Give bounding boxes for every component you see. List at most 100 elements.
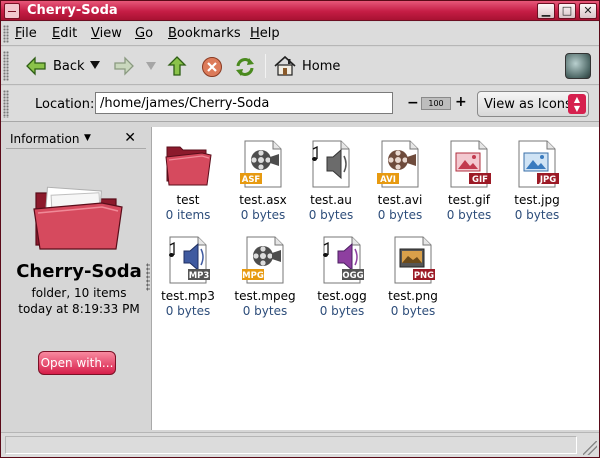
video-file-icon: AVI <box>377 140 419 188</box>
badge-text: MPG <box>242 271 264 281</box>
badge-text: JPG <box>539 175 556 185</box>
back-arrow-icon <box>26 56 46 76</box>
forward-button[interactable] <box>113 56 135 76</box>
file-item[interactable]: OGG test.ogg 0 bytes <box>306 235 378 319</box>
minimize-button[interactable]: ▁ <box>537 3 555 19</box>
maximize-button[interactable]: □ <box>558 3 576 19</box>
back-button[interactable]: Back <box>25 56 85 76</box>
file-name: test.mp3 <box>161 289 215 303</box>
file-icon-view[interactable]: test 0 items ASF test.asx 0 bytes test.a… <box>151 127 599 430</box>
open-with-button[interactable]: Open with... <box>38 351 116 375</box>
reload-button[interactable] <box>233 55 257 79</box>
home-button[interactable]: Home <box>273 55 340 77</box>
sidepane-splitter[interactable] <box>146 263 150 291</box>
triangle-down-icon <box>146 62 156 70</box>
sidepane-dropdown-icon[interactable]: ▼ <box>84 133 91 143</box>
file-item[interactable]: test.au 0 bytes <box>295 139 367 223</box>
toolbar-grip[interactable] <box>3 51 9 81</box>
menu-view[interactable]: View <box>91 26 122 41</box>
selected-folder-modified: today at 8:19:33 PM <box>18 302 140 316</box>
view-mode-label: View as Icons <box>484 97 572 112</box>
file-size: 0 bytes <box>165 304 211 318</box>
file-size: 0 bytes <box>308 208 354 222</box>
menu-bar-grip[interactable] <box>3 25 9 43</box>
activity-throbber-icon <box>565 53 591 79</box>
audio-file-icon: MP3 <box>169 236 210 284</box>
file-item[interactable]: MPG test.mpeg 0 bytes <box>229 235 301 319</box>
file-size: 0 bytes <box>240 208 286 222</box>
file-item[interactable]: MP3 test.mp3 0 bytes <box>152 235 224 319</box>
file-item[interactable]: AVI test.avi 0 bytes <box>364 139 436 223</box>
stop-button[interactable] <box>201 56 223 78</box>
menu-go[interactable]: Go <box>135 26 153 41</box>
spin-arrows-icon: ▲ ▼ <box>568 94 586 114</box>
up-arrow-icon <box>167 56 187 76</box>
location-input[interactable] <box>95 92 393 114</box>
menu-bar: File Edit View Go Bookmarks Help <box>1 22 599 46</box>
sidepane-title[interactable]: Information <box>10 132 79 146</box>
file-size: 0 bytes <box>319 304 365 318</box>
video-file-icon: MPG <box>242 236 284 284</box>
sidepane-header: Information ▼ ✕ <box>6 127 146 149</box>
menu-help[interactable]: Help <box>250 26 280 41</box>
home-icon <box>274 55 296 76</box>
file-name: test.avi <box>377 193 423 207</box>
zoom-in-button[interactable]: + <box>455 94 467 110</box>
file-size: 0 bytes <box>390 304 436 318</box>
audio-file-icon <box>312 140 350 188</box>
file-name: test.png <box>388 289 438 303</box>
file-size: 0 bytes <box>514 208 560 222</box>
file-item[interactable]: PNG test.png 0 bytes <box>377 235 449 319</box>
information-sidepane: Information ▼ ✕ Cherry-Soda folder, 10 i… <box>6 127 146 430</box>
image-file-icon: JPG <box>518 140 559 188</box>
badge-text: MP3 <box>189 271 210 281</box>
image-file-icon: GIF <box>450 140 491 188</box>
folder-large-icon <box>33 186 123 250</box>
selected-folder-name: Cherry-Soda <box>16 261 142 282</box>
status-bar <box>1 432 599 457</box>
badge-text: ASF <box>242 175 261 185</box>
triangle-down-icon <box>90 61 100 69</box>
file-item[interactable]: GIF test.gif 0 bytes <box>433 139 505 223</box>
window-title: Cherry-Soda <box>27 3 118 18</box>
image-file-icon: PNG <box>394 236 435 284</box>
close-button[interactable]: ✕ <box>579 3 597 19</box>
file-size: 0 bytes <box>377 208 423 222</box>
sidepane-close-button[interactable]: ✕ <box>124 130 136 146</box>
back-history-dropdown[interactable] <box>89 59 101 71</box>
file-name: test.gif <box>447 193 491 207</box>
view-mode-select[interactable]: View as Icons ▲ ▼ <box>477 91 589 117</box>
badge-text: AVI <box>380 175 396 185</box>
stop-icon <box>202 57 222 77</box>
resize-grip-icon[interactable] <box>583 441 597 455</box>
back-label: Back <box>53 58 85 74</box>
file-size: 0 bytes <box>242 304 288 318</box>
selected-folder-summary: folder, 10 items <box>31 286 127 300</box>
zoom-level[interactable]: 100 <box>421 97 451 110</box>
toolbar-separator <box>265 54 266 78</box>
menu-file[interactable]: File <box>15 26 37 41</box>
file-item[interactable]: test 0 items <box>152 139 224 223</box>
menu-edit[interactable]: Edit <box>52 26 77 41</box>
badge-text: PNG <box>414 271 434 281</box>
file-name: test.asx <box>239 193 287 207</box>
menu-bookmarks[interactable]: Bookmarks <box>168 26 241 41</box>
file-item[interactable]: JPG test.jpg 0 bytes <box>501 139 573 223</box>
file-name: test.mpeg <box>234 289 296 303</box>
window-menu-icon[interactable] <box>4 3 20 19</box>
video-file-icon: ASF <box>240 140 282 188</box>
file-name: test.au <box>310 193 352 207</box>
title-bar[interactable]: Cherry-Soda ▁ □ ✕ <box>1 1 599 21</box>
toolbar: Back Home <box>1 47 599 85</box>
audio-file-icon: OGG <box>323 236 364 284</box>
location-label: Location: <box>35 97 95 112</box>
home-label: Home <box>302 58 341 74</box>
file-item[interactable]: ASF test.asx 0 bytes <box>227 139 299 223</box>
status-text-field <box>5 436 577 454</box>
forward-history-dropdown[interactable] <box>145 60 157 72</box>
up-button[interactable] <box>167 55 187 77</box>
file-name: test.ogg <box>317 289 367 303</box>
location-bar-grip[interactable] <box>3 90 9 118</box>
close-icon: ✕ <box>583 4 593 17</box>
zoom-out-button[interactable]: − <box>407 95 419 111</box>
